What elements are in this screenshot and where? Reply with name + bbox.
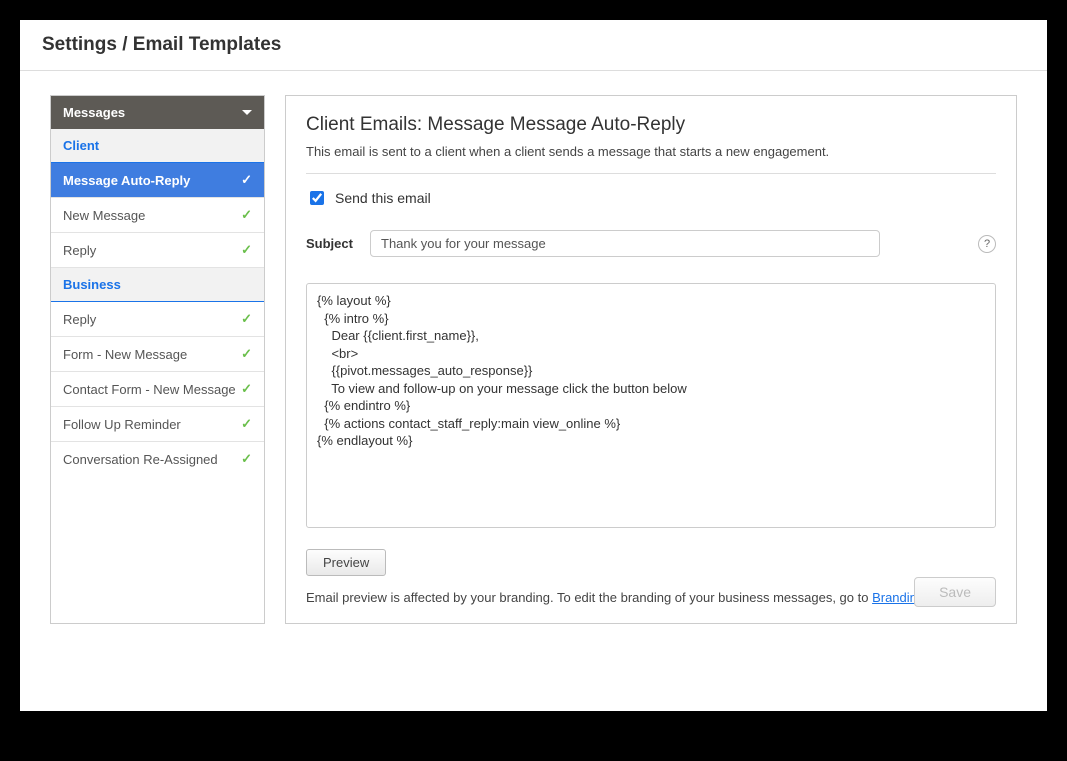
sidebar-item-contact-form-new-message[interactable]: Contact Form - New Message ✓ [51, 372, 264, 407]
sidebar-item-reply-client[interactable]: Reply ✓ [51, 233, 264, 268]
caret-down-icon [242, 110, 252, 115]
check-icon: ✓ [241, 346, 252, 362]
page-body: Messages Client Message Auto-Reply ✓ New… [20, 71, 1047, 711]
sidebar-item-label: Form - New Message [63, 347, 187, 362]
divider [306, 173, 996, 174]
sidebar-header[interactable]: Messages [51, 96, 264, 129]
sidebar-section-client[interactable]: Client [51, 129, 264, 163]
sidebar-item-label: New Message [63, 208, 145, 223]
sidebar-item-message-auto-reply[interactable]: Message Auto-Reply ✓ [51, 163, 264, 198]
preview-note-text: Email preview is affected by your brandi… [306, 590, 872, 605]
sidebar-item-label: Contact Form - New Message [63, 382, 236, 397]
main-panel: Client Emails: Message Message Auto-Repl… [285, 95, 1017, 624]
layout: Messages Client Message Auto-Reply ✓ New… [50, 95, 1017, 624]
page-header: Settings / Email Templates [20, 20, 1047, 71]
email-body-textarea[interactable] [306, 283, 996, 528]
help-icon[interactable]: ? [978, 235, 996, 253]
save-button[interactable]: Save [914, 577, 996, 607]
sidebar-item-reply-business[interactable]: Reply ✓ [51, 302, 264, 337]
subject-input[interactable] [370, 230, 880, 257]
sidebar-section-business[interactable]: Business [51, 268, 264, 302]
sidebar-item-label: Follow Up Reminder [63, 417, 181, 432]
sidebar-item-label: Reply [63, 312, 96, 327]
sidebar-item-new-message[interactable]: New Message ✓ [51, 198, 264, 233]
sidebar-title: Messages [63, 105, 125, 120]
main-heading: Client Emails: Message Message Auto-Repl… [306, 114, 996, 136]
check-icon: ✓ [241, 451, 252, 467]
sidebar-item-label: Message Auto-Reply [63, 173, 190, 188]
check-icon: ✓ [241, 416, 252, 432]
preview-button[interactable]: Preview [306, 549, 386, 576]
check-icon: ✓ [241, 311, 252, 327]
sidebar-item-form-new-message[interactable]: Form - New Message ✓ [51, 337, 264, 372]
subject-row: Subject ? [306, 230, 996, 257]
check-icon: ✓ [241, 207, 252, 223]
sidebar-item-conversation-reassigned[interactable]: Conversation Re-Assigned ✓ [51, 442, 264, 476]
sidebar-item-label: Conversation Re-Assigned [63, 452, 218, 467]
check-icon: ✓ [241, 242, 252, 258]
check-icon: ✓ [241, 381, 252, 397]
app-frame: Settings / Email Templates Messages Clie… [0, 0, 1067, 761]
subject-label: Subject [306, 236, 356, 251]
send-email-label: Send this email [335, 190, 431, 206]
send-email-row: Send this email [306, 188, 996, 208]
check-icon: ✓ [241, 172, 252, 188]
sidebar: Messages Client Message Auto-Reply ✓ New… [50, 95, 265, 624]
preview-note: Email preview is affected by your brandi… [306, 590, 996, 605]
send-email-checkbox[interactable] [310, 191, 324, 205]
sidebar-item-label: Reply [63, 243, 96, 258]
page-title: Settings / Email Templates [42, 34, 1025, 56]
main-description: This email is sent to a client when a cl… [306, 144, 996, 159]
sidebar-item-follow-up-reminder[interactable]: Follow Up Reminder ✓ [51, 407, 264, 442]
